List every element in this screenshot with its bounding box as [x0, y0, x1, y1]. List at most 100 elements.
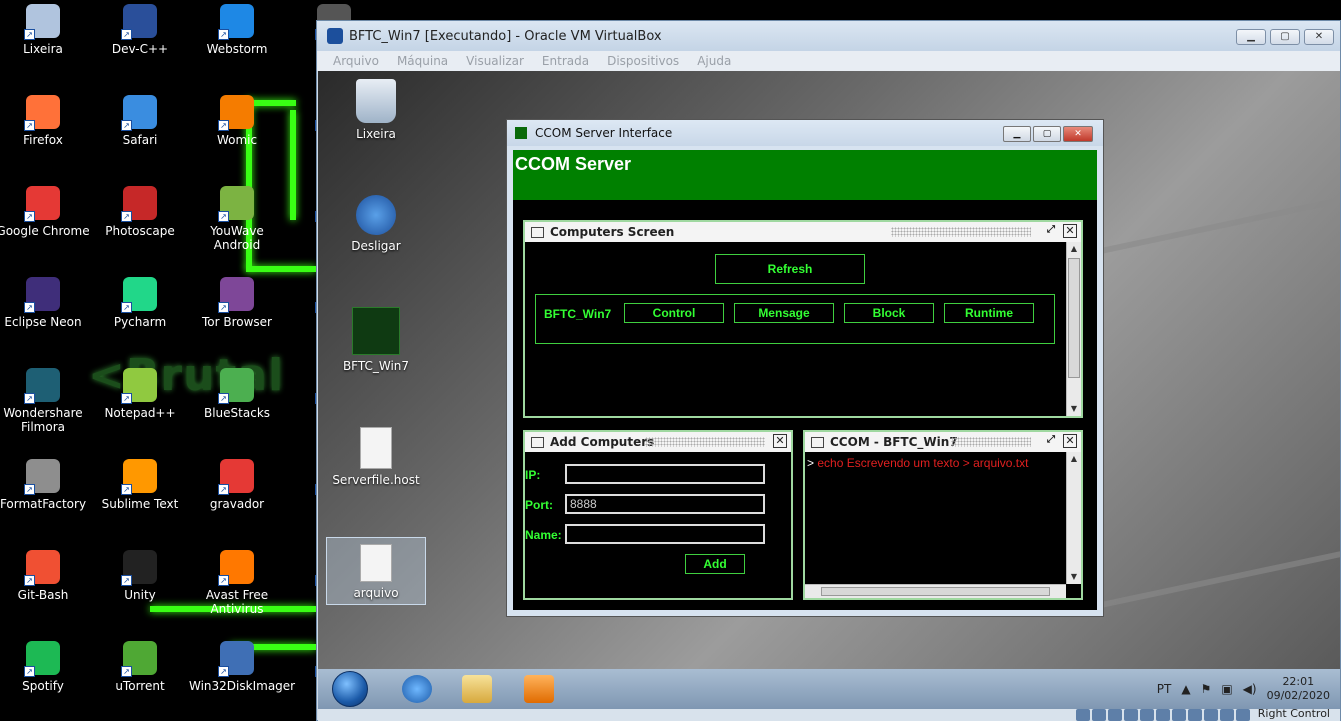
language-indicator[interactable]: PT: [1157, 682, 1172, 696]
host-icon-webstorm[interactable]: ↗ Webstorm: [189, 4, 285, 56]
start-button[interactable]: [332, 671, 368, 707]
cpu-icon[interactable]: [1204, 709, 1218, 721]
vertical-scrollbar[interactable]: ▲ ▼: [1066, 452, 1081, 584]
runtime-button[interactable]: Runtime: [944, 303, 1034, 323]
shortcut-arrow-icon: ↗: [24, 575, 35, 586]
horizontal-scrollbar[interactable]: [805, 584, 1066, 598]
computers-screen-titlebar[interactable]: Computers Screen ⤢ ✕: [525, 222, 1081, 242]
refresh-button[interactable]: Refresh: [715, 254, 865, 284]
host-icon-womic[interactable]: ↗ Womic: [189, 95, 285, 147]
scroll-thumb[interactable]: [1068, 258, 1080, 378]
guest-icon-arquivo[interactable]: arquivo: [326, 537, 426, 605]
menu-arquivo[interactable]: Arquivo: [333, 54, 379, 68]
guest-icon-lixeira[interactable]: Lixeira: [328, 79, 424, 141]
console-output[interactable]: > echo Escrevendo um texto > arquivo.txt: [807, 456, 1028, 470]
hard-disk-icon[interactable]: [1076, 709, 1090, 721]
host-icon-utorrent[interactable]: ↗ uTorrent: [92, 641, 188, 693]
recording-icon[interactable]: [1188, 709, 1202, 721]
control-button[interactable]: Control: [624, 303, 724, 323]
action-center-icon[interactable]: ⚑: [1201, 682, 1212, 696]
guest-icon-bftc[interactable]: BFTC_Win7: [328, 307, 424, 373]
usb-icon[interactable]: [1140, 709, 1154, 721]
explorer-folder-icon[interactable]: [462, 675, 492, 703]
menu-maquina[interactable]: Máquina: [397, 54, 448, 68]
host-icon-safari[interactable]: ↗ Safari: [92, 95, 188, 147]
menu-visualizar[interactable]: Visualizar: [466, 54, 524, 68]
vertical-scrollbar[interactable]: ▲ ▼: [1066, 242, 1081, 416]
guest-icon-serverfile[interactable]: Serverfile.host: [328, 427, 424, 487]
name-input[interactable]: [565, 524, 765, 544]
network-icon[interactable]: ▣: [1221, 682, 1232, 696]
scroll-up-arrow-icon[interactable]: ▲: [1067, 452, 1081, 466]
tray-expand-icon[interactable]: ▲: [1181, 682, 1190, 696]
optical-drive-icon[interactable]: [1092, 709, 1106, 721]
guest-icon-desligar[interactable]: Desligar: [328, 195, 424, 253]
host-icon-sublime[interactable]: ↗ Sublime Text: [92, 459, 188, 511]
host-icon-label: Tor Browser: [201, 315, 272, 329]
ccom-minimize-button[interactable]: ▁: [1003, 126, 1031, 142]
neon-line: [246, 266, 316, 272]
scroll-up-arrow-icon[interactable]: ▲: [1067, 242, 1081, 256]
clock[interactable]: 22:01 09/02/2020: [1267, 675, 1330, 703]
host-icon-pycharm[interactable]: ↗ Pycharm: [92, 277, 188, 329]
add-button[interactable]: Add: [685, 554, 745, 574]
menu-ajuda[interactable]: Ajuda: [697, 54, 731, 68]
ccom-maximize-button[interactable]: ▢: [1033, 126, 1061, 142]
host-icon-tor[interactable]: ↗ Tor Browser: [189, 277, 285, 329]
maximize-button[interactable]: ▢: [1270, 29, 1300, 45]
host-icon-bluestacks[interactable]: ↗ BlueStacks: [189, 368, 285, 420]
ip-input[interactable]: [565, 464, 765, 484]
ccom-titlebar[interactable]: CCOM Server Interface ▁ ▢ ✕: [507, 120, 1103, 146]
mouse-integration-icon[interactable]: [1220, 709, 1234, 721]
maximize-icon[interactable]: ⤢: [1047, 434, 1055, 445]
host-icon-git[interactable]: ↗ Git-Bash: [0, 550, 91, 602]
menu-dispositivos[interactable]: Dispositivos: [607, 54, 679, 68]
host-icon-recycle-bin[interactable]: ↗ Lixeira: [0, 4, 91, 56]
system-tray: PT ▲ ⚑ ▣ ◀) 22:01 09/02/2020: [1157, 669, 1330, 709]
scroll-down-arrow-icon[interactable]: ▼: [1067, 402, 1081, 416]
ccom-close-button[interactable]: ✕: [1063, 126, 1093, 142]
block-button[interactable]: Block: [844, 303, 934, 323]
host-icon-filmora[interactable]: ↗ Wondershare Filmora: [0, 368, 91, 434]
host-icon-notepadpp[interactable]: ↗ Notepad++: [92, 368, 188, 420]
port-input[interactable]: 8888: [565, 494, 765, 514]
host-icon-chrome[interactable]: ↗ gravador: [189, 459, 285, 511]
host-icon-avast[interactable]: ↗ Avast Free Antivirus: [189, 550, 285, 616]
close-icon[interactable]: ✕: [773, 434, 787, 448]
mensage-button[interactable]: Mensage: [734, 303, 834, 323]
host-icon-spotify[interactable]: ↗ Spotify: [0, 641, 91, 693]
audio-icon[interactable]: [1108, 709, 1122, 721]
scroll-thumb[interactable]: [821, 587, 1050, 596]
console-titlebar[interactable]: CCOM - BFTC_Win7 ⤢ ✕: [805, 432, 1081, 452]
vbox-menubar: Arquivo Máquina Visualizar Entrada Dispo…: [317, 51, 1340, 71]
scroll-down-arrow-icon[interactable]: ▼: [1067, 570, 1081, 584]
host-icon-label: Unity: [124, 588, 156, 602]
host-icon-disk-imager[interactable]: ↗ Win32DiskImager: [189, 641, 295, 693]
close-icon[interactable]: ✕: [1063, 434, 1077, 448]
shortcut-arrow-icon: ↗: [218, 120, 229, 131]
keyboard-icon[interactable]: [1236, 709, 1250, 721]
file-icon: [360, 427, 392, 469]
menu-entrada[interactable]: Entrada: [542, 54, 589, 68]
host-icon-chrome[interactable]: ↗ Google Chrome: [0, 186, 91, 238]
add-computers-titlebar[interactable]: Add Computers ✕: [525, 432, 791, 452]
host-icon-photoscape[interactable]: ↗ Photoscape: [92, 186, 188, 238]
network-adapter-icon[interactable]: [1124, 709, 1138, 721]
host-icon-android[interactable]: ↗ YouWave Android: [189, 186, 285, 252]
shared-folder-icon[interactable]: [1156, 709, 1170, 721]
internet-explorer-icon[interactable]: [402, 675, 432, 703]
host-icon-firefox[interactable]: ↗ Firefox: [0, 95, 91, 147]
host-icon-formatfactory[interactable]: ↗ FormatFactory: [0, 459, 91, 511]
minimize-button[interactable]: ▁: [1236, 29, 1266, 45]
host-icon-unity[interactable]: ↗ Unity: [92, 550, 188, 602]
maximize-icon[interactable]: ⤢: [1047, 224, 1055, 235]
vbox-titlebar[interactable]: BFTC_Win7 [Executando] - Oracle VM Virtu…: [317, 21, 1340, 51]
host-icon-devcpp[interactable]: ↗ Dev-C++: [92, 4, 188, 56]
document-icon: [531, 436, 544, 448]
display-icon[interactable]: [1172, 709, 1186, 721]
volume-icon[interactable]: ◀): [1243, 682, 1257, 696]
host-icon-eclipse[interactable]: ↗ Eclipse Neon: [0, 277, 91, 329]
close-button[interactable]: ✕: [1304, 29, 1334, 45]
close-icon[interactable]: ✕: [1063, 224, 1077, 238]
media-player-icon[interactable]: [524, 675, 554, 703]
